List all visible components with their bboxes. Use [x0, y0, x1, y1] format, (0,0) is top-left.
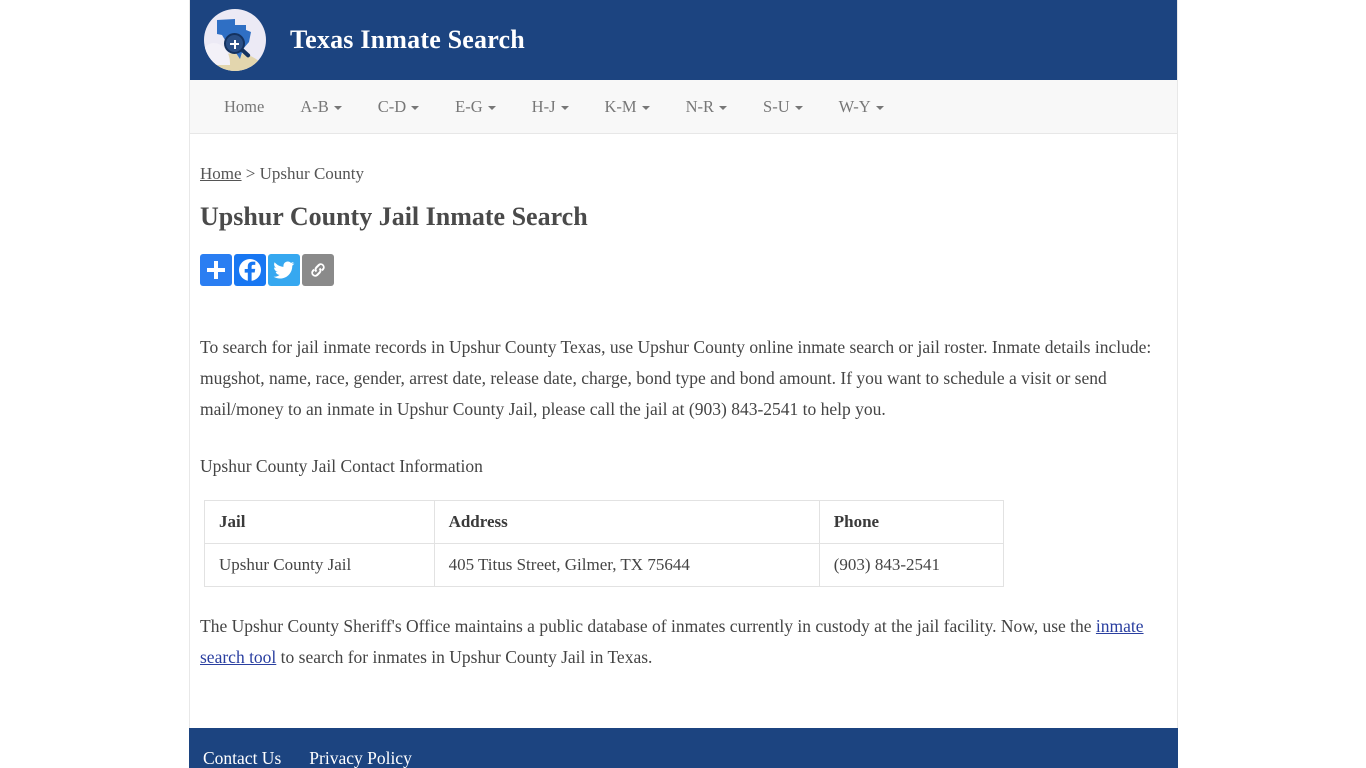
chevron-down-icon [411, 105, 420, 110]
footer-link-privacy-policy[interactable]: Privacy Policy [309, 748, 412, 768]
closing-suffix-text: to search for inmates in Upshur County J… [276, 647, 653, 667]
main-navigation: Home A-B C-D E-G H-J K-M N-R S-U W-Y [190, 80, 1177, 134]
nav-item-label: S-U [763, 96, 790, 116]
table-row: Upshur County Jail 405 Titus Street, Gil… [204, 543, 1005, 587]
addthis-share-button[interactable] [200, 254, 232, 286]
nav-item-label: N-R [685, 96, 715, 116]
intro-paragraph: To search for jail inmate records in Ups… [200, 337, 1152, 419]
facebook-icon [239, 259, 261, 282]
nav-item-s-u[interactable]: S-U [745, 80, 821, 134]
twitter-share-button[interactable] [268, 254, 300, 286]
nav-item-label: W-Y [838, 96, 871, 116]
nav-item-w-y[interactable]: W-Y [821, 80, 902, 134]
share-buttons-row [200, 254, 1153, 286]
chevron-down-icon [875, 105, 884, 110]
facebook-share-button[interactable] [234, 254, 266, 286]
breadcrumb: Home > Upshur County [200, 164, 1153, 184]
table-header-jail: Jail [204, 500, 435, 544]
chevron-down-icon [333, 105, 342, 110]
nav-item-label: A-B [300, 96, 329, 116]
chevron-down-icon [487, 105, 496, 110]
nav-item-h-j[interactable]: H-J [514, 80, 587, 134]
site-title: Texas Inmate Search [290, 25, 525, 54]
twitter-icon [273, 261, 295, 279]
table-header-row: Jail Address Phone [204, 500, 1005, 544]
plus-icon [207, 261, 225, 279]
site-footer: Contact Us Privacy Policy [189, 728, 1178, 768]
nav-item-c-d[interactable]: C-D [360, 80, 437, 134]
contact-heading: Upshur County Jail Contact Information [200, 456, 483, 476]
contact-information-table: Jail Address Phone Upshur County Jail 40… [204, 500, 1005, 587]
page-title: Upshur County Jail Inmate Search [200, 202, 588, 231]
chevron-down-icon [560, 105, 569, 110]
table-header-address: Address [433, 500, 820, 544]
chevron-down-icon [794, 105, 803, 110]
footer-link-contact-us[interactable]: Contact Us [203, 748, 281, 768]
cell-jail-phone: (903) 843-2541 [818, 543, 1005, 587]
chevron-down-icon [719, 105, 728, 110]
texas-magnifier-logo-icon[interactable] [204, 9, 266, 71]
nav-item-home[interactable]: Home [206, 80, 282, 134]
nav-item-label: Home [224, 96, 265, 116]
closing-paragraph: The Upshur County Sheriff's Office maint… [200, 611, 1153, 673]
nav-item-e-g[interactable]: E-G [437, 80, 514, 134]
content-container: Texas Inmate Search Home A-B C-D E-G H-J… [189, 0, 1178, 768]
cell-jail-address: 405 Titus Street, Gilmer, TX 75644 [433, 543, 820, 587]
nav-item-label: H-J [531, 96, 556, 116]
breadcrumb-home-link[interactable]: Home [200, 164, 242, 183]
chevron-down-icon [641, 105, 650, 110]
nav-item-k-m[interactable]: K-M [587, 80, 668, 134]
nav-item-n-r[interactable]: N-R [668, 80, 745, 134]
closing-prefix-text: The Upshur County Sheriff's Office maint… [200, 616, 1096, 636]
nav-item-label: C-D [377, 96, 407, 116]
page-root: Texas Inmate Search Home A-B C-D E-G H-J… [0, 0, 1366, 768]
nav-item-label: E-G [455, 96, 483, 116]
cell-jail-name: Upshur County Jail [204, 543, 435, 587]
chain-link-icon [311, 263, 325, 277]
nav-item-a-b[interactable]: A-B [282, 80, 359, 134]
table-header-phone: Phone [818, 500, 1005, 544]
nav-item-label: K-M [604, 96, 637, 116]
breadcrumb-current: Upshur County [259, 164, 365, 183]
breadcrumb-separator: > [241, 164, 260, 183]
site-header: Texas Inmate Search [190, 0, 1177, 80]
main-content: Home > Upshur County Upshur County Jail … [190, 134, 1177, 673]
copy-link-button[interactable] [302, 254, 334, 286]
